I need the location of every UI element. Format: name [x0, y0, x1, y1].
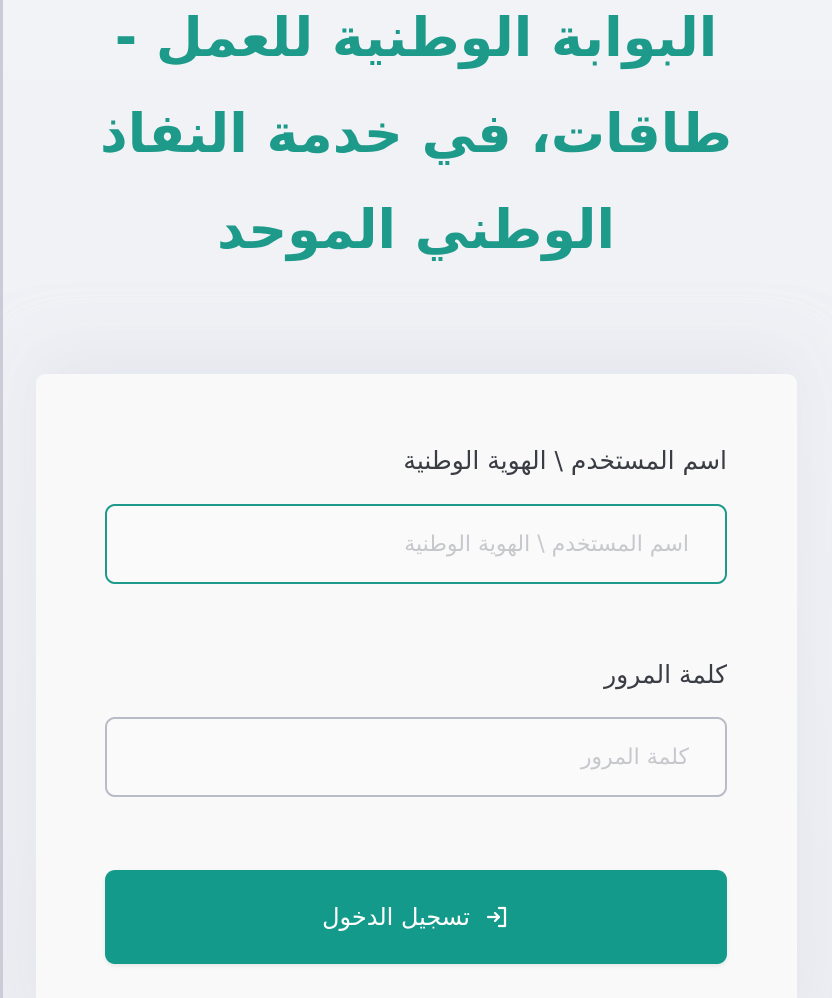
username-input[interactable]	[105, 504, 727, 584]
title-line-1: البوابة الوطنية للعمل -	[114, 6, 718, 69]
title-line-2: طاقات، في خدمة النفاذ	[100, 102, 732, 165]
page-title: البوابة الوطنية للعمل - طاقات، في خدمة ا…	[40, 0, 792, 278]
password-label: كلمة المرور	[604, 660, 727, 689]
login-page: البوابة الوطنية للعمل - طاقات، في خدمة ا…	[0, 0, 832, 998]
login-card: اسم المستخدم \ الهوية الوطنية كلمة المرو…	[36, 374, 797, 998]
window-edge	[0, 0, 3, 998]
login-button[interactable]: تسجيل الدخول	[105, 870, 727, 964]
login-button-label: تسجيل الدخول	[322, 903, 470, 931]
password-input[interactable]	[105, 717, 727, 797]
username-label: اسم المستخدم \ الهوية الوطنية	[403, 446, 727, 475]
sign-in-icon	[484, 904, 510, 930]
title-line-3: الوطني الموحد	[217, 198, 615, 261]
